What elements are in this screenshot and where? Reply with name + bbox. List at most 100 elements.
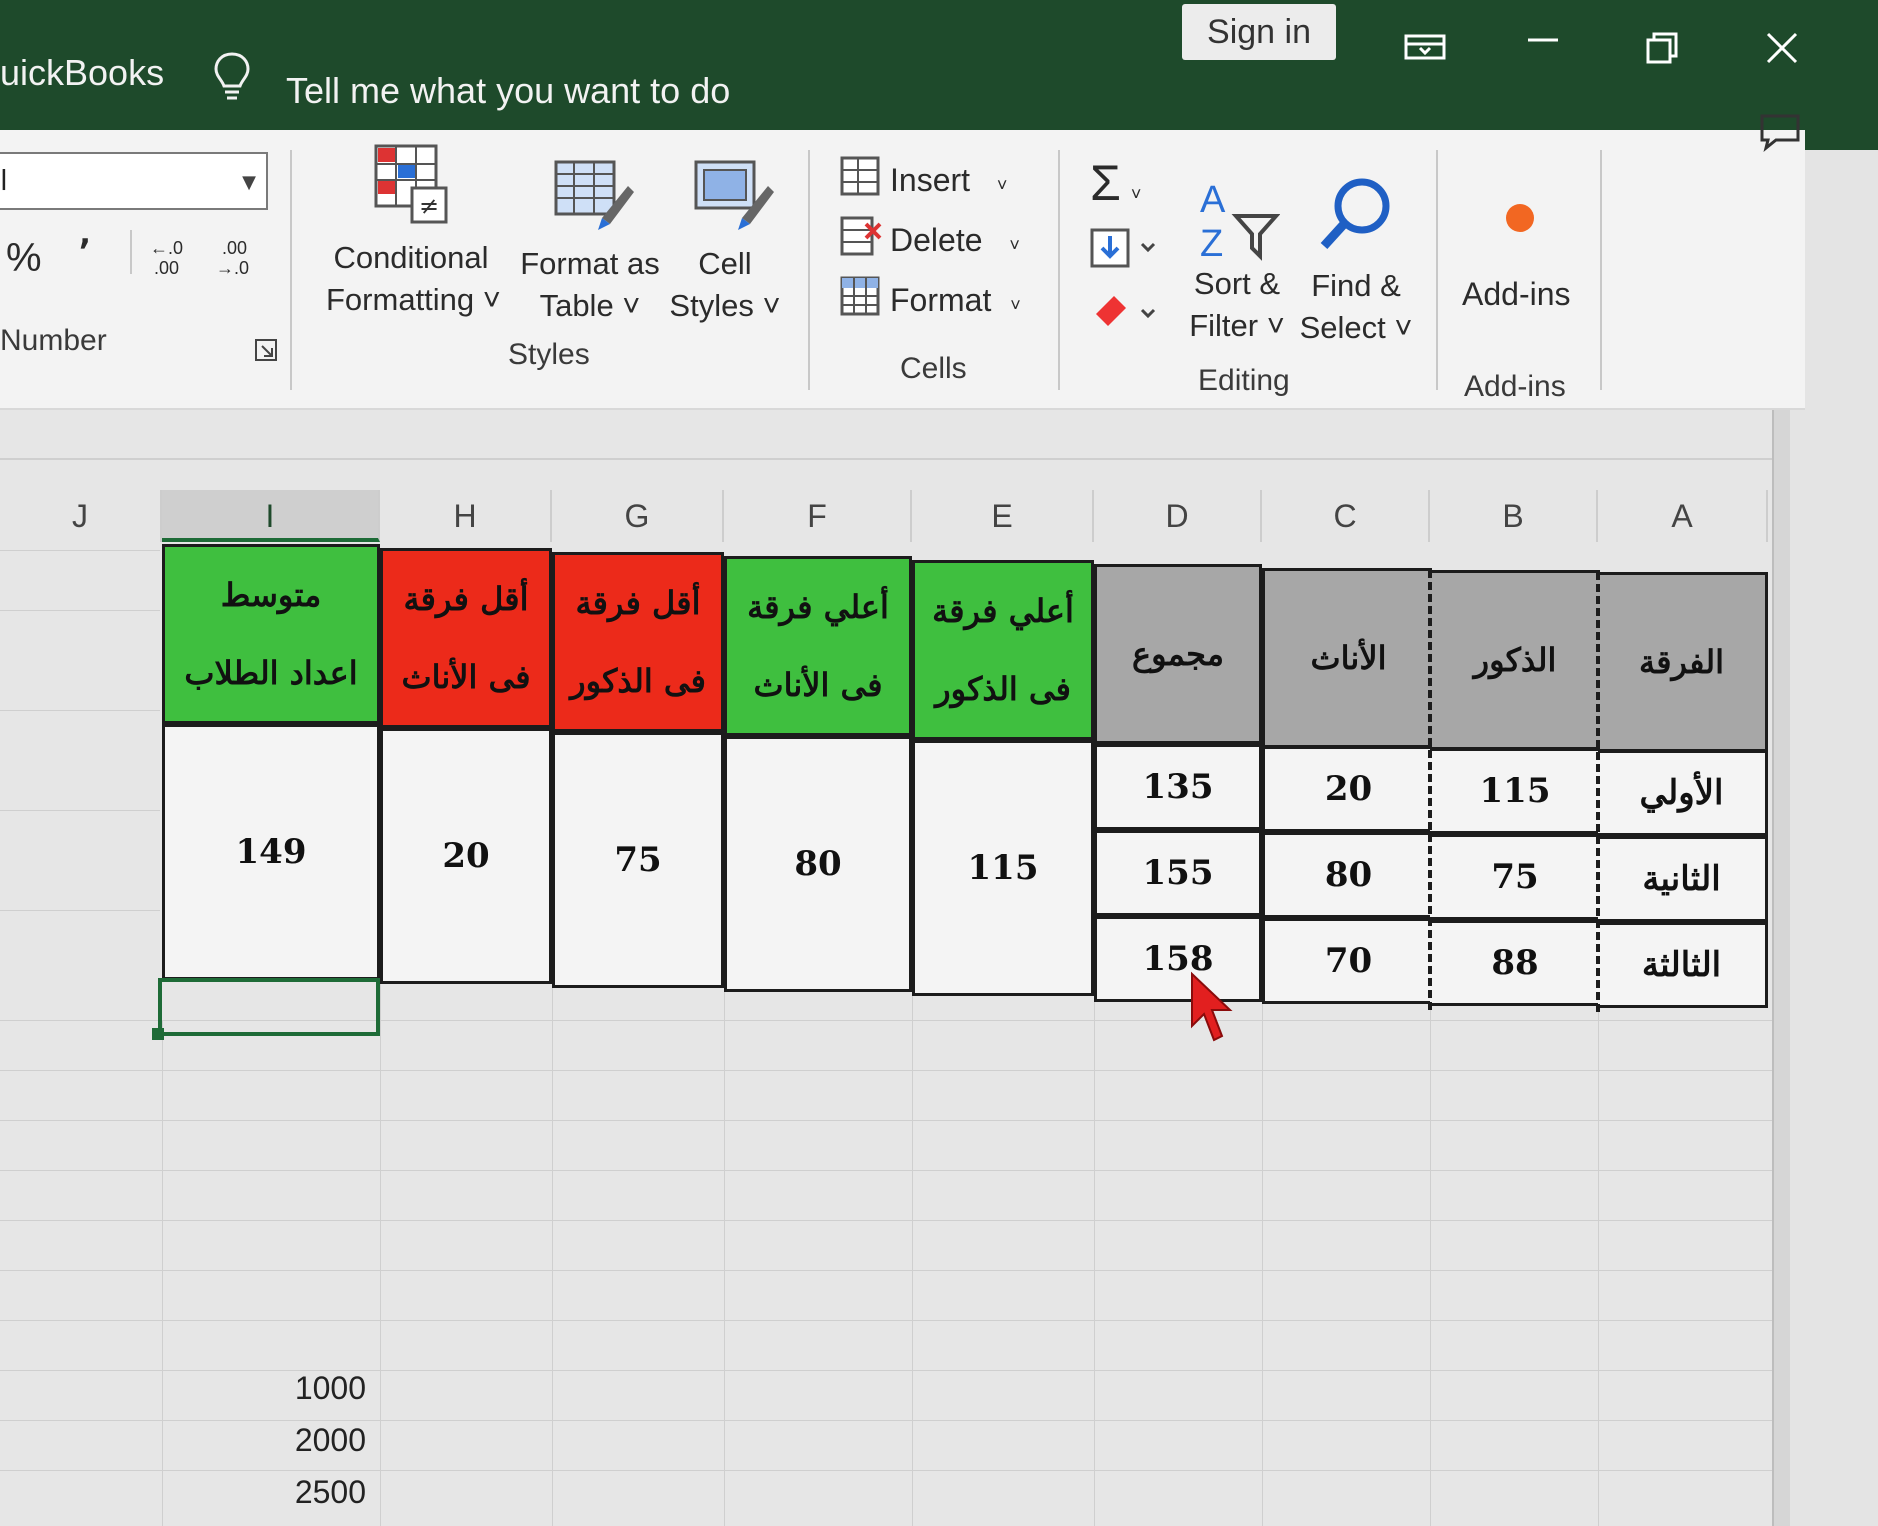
cell-value: 115 [1479, 771, 1551, 811]
column-header-a[interactable]: A [1598, 490, 1768, 542]
comments-icon[interactable] [1758, 112, 1802, 152]
sign-in-button[interactable]: Sign in [1182, 4, 1336, 60]
header-cell-c[interactable]: الأناث [1262, 568, 1432, 748]
column-header-c[interactable]: C [1262, 490, 1430, 542]
column-header-j[interactable]: J [0, 490, 162, 542]
cell-b-row-3[interactable]: 88 [1430, 920, 1600, 1006]
number-format-dropdown[interactable]: l ▼ [0, 152, 268, 210]
fill-button[interactable] [1090, 226, 1160, 270]
format-as-table-icon[interactable] [552, 158, 636, 234]
column-header-b[interactable]: B [1430, 490, 1598, 542]
header-text-e: أعلي فرقة فى الذكور [932, 572, 1074, 728]
restore-icon[interactable] [1634, 18, 1694, 78]
autosum-button[interactable]: Σ ˅ [1090, 154, 1141, 212]
header-b-text: الذكور [1473, 641, 1557, 679]
active-cell[interactable] [158, 978, 380, 1036]
ribbon-display-options-icon[interactable] [1396, 18, 1456, 78]
gridline [0, 910, 160, 911]
format-button[interactable]: Format ˅ [890, 282, 1021, 319]
gridline [1262, 970, 1263, 1526]
header-cell-e[interactable]: أعلي فرقة فى الذكور [912, 560, 1094, 740]
percent-style-button[interactable]: % [6, 236, 42, 281]
header-text-h: أقل فرقة فى الأناث [401, 560, 530, 716]
cell-i-average[interactable]: 149 [162, 724, 380, 980]
format-as-table-button[interactable]: Format as Table ˅ [510, 246, 670, 324]
addins-button[interactable]: Add-ins [1462, 276, 1571, 313]
cell-c-row-3[interactable]: 70 [1262, 918, 1432, 1004]
cell-value: 80 [1324, 855, 1373, 895]
cell-i-extra-3[interactable]: 2500 [226, 1474, 366, 1511]
column-header-i[interactable]: I [162, 490, 380, 542]
svg-text:≠: ≠ [419, 192, 439, 220]
lightbulb-icon [214, 52, 250, 100]
column-header-g[interactable]: G [552, 490, 724, 542]
header-text-f: أعلي فرقة فى الأناث [747, 568, 889, 724]
separator [1436, 150, 1438, 390]
worksheet[interactable]: J I H G F E D C B A متوسط اعداد الطلاب أ… [0, 410, 1790, 1526]
cell-b-row-2[interactable]: 75 [1430, 834, 1600, 920]
header-a-text: الفرقة [1639, 643, 1724, 681]
column-header-d[interactable]: D [1094, 490, 1262, 542]
column-header-h[interactable]: H [380, 490, 552, 542]
cell-styles-label-1: Cell [698, 246, 752, 281]
cell-b-row-1[interactable]: 115 [1430, 748, 1600, 834]
cell-c-row-2[interactable]: 80 [1262, 832, 1432, 918]
cell-i-extra-2[interactable]: 2000 [226, 1422, 366, 1459]
chevron-down-icon: ˅ [996, 175, 1008, 195]
cell-c-row-1[interactable]: 20 [1262, 746, 1432, 832]
comma-style-button[interactable]: ٬ [78, 232, 91, 278]
delete-button[interactable]: Delete ˅ [890, 222, 1020, 259]
format-as-table-label-2: Table ˅ [539, 288, 641, 323]
cell-e-max-male[interactable]: 115 [912, 740, 1094, 996]
cell-g-min-male[interactable]: 75 [552, 732, 724, 988]
cell-i-extra-1[interactable]: 1000 [226, 1370, 366, 1407]
conditional-formatting-icon[interactable]: ≠ [372, 142, 452, 228]
header-cell-i[interactable]: متوسط اعداد الطلاب [162, 544, 380, 724]
header-g-line-2: فى الذكور [570, 662, 706, 700]
cell-f-max-female[interactable]: 80 [724, 736, 912, 992]
minimize-icon[interactable] [1514, 18, 1574, 78]
header-cell-f[interactable]: أعلي فرقة فى الأناث [724, 556, 912, 736]
cell-a-row-1[interactable]: الأولي [1598, 750, 1768, 836]
mouse-pointer-icon [1191, 971, 1233, 1042]
dashed-border [1428, 570, 1432, 1010]
cell-a-row-3[interactable]: الثالثة [1598, 922, 1768, 1008]
clear-button[interactable] [1090, 286, 1160, 330]
gridline [0, 1120, 1772, 1121]
title-bar: uickBooks Tell me what you want to do Si… [0, 0, 1878, 150]
header-cell-g[interactable]: أقل فرقة فى الذكور [552, 552, 724, 732]
vertical-scrollbar[interactable] [1772, 410, 1790, 1526]
fill-handle[interactable] [152, 1028, 164, 1040]
header-cell-h[interactable]: أقل فرقة فى الأناث [380, 548, 552, 728]
sort-filter-button[interactable]: Sort & Filter ˅ [1182, 266, 1292, 344]
cell-d-row-1[interactable]: 135 [1094, 744, 1262, 830]
chevron-down-icon: ˅ [1010, 295, 1021, 315]
close-icon[interactable] [1752, 18, 1812, 78]
header-f-line-2: فى الأناث [753, 666, 883, 704]
header-i-line-2: اعداد الطلاب [184, 654, 358, 692]
increase-decimal-icon[interactable]: ←.0 .00 [148, 236, 194, 278]
conditional-formatting-button[interactable]: Conditional Formatting ˅ [326, 240, 501, 318]
gridline [162, 1020, 163, 1526]
header-cell-b[interactable]: الذكور [1430, 570, 1600, 750]
cell-a-row-2[interactable]: الثانية [1598, 836, 1768, 922]
header-cell-a[interactable]: الفرقة [1598, 572, 1768, 752]
column-header-e[interactable]: E [912, 490, 1094, 542]
cell-styles-button[interactable]: Cell Styles ˅ [660, 246, 790, 324]
tell-me-search[interactable]: Tell me what you want to do [286, 70, 730, 112]
header-cell-d[interactable]: مجموع [1094, 564, 1262, 744]
cell-d-row-2[interactable]: 155 [1094, 830, 1262, 916]
decrease-decimal-icon[interactable]: .00 →.0 [214, 236, 260, 278]
column-header-f[interactable]: F [724, 490, 912, 542]
gridline [0, 550, 160, 551]
header-i-line-1: متوسط [220, 576, 322, 614]
cell-g-value: 75 [614, 840, 662, 880]
delete-label: Delete [890, 222, 983, 258]
insert-button[interactable]: Insert ˅ [890, 162, 1007, 199]
format-as-table-label-1: Format as [520, 246, 660, 281]
cell-h-min-female[interactable]: 20 [380, 728, 552, 984]
find-select-button[interactable]: Find & Select ˅ [1296, 268, 1416, 346]
cell-styles-icon[interactable] [692, 158, 776, 234]
dialog-launcher-icon[interactable] [254, 338, 278, 362]
gridline [552, 970, 553, 1526]
